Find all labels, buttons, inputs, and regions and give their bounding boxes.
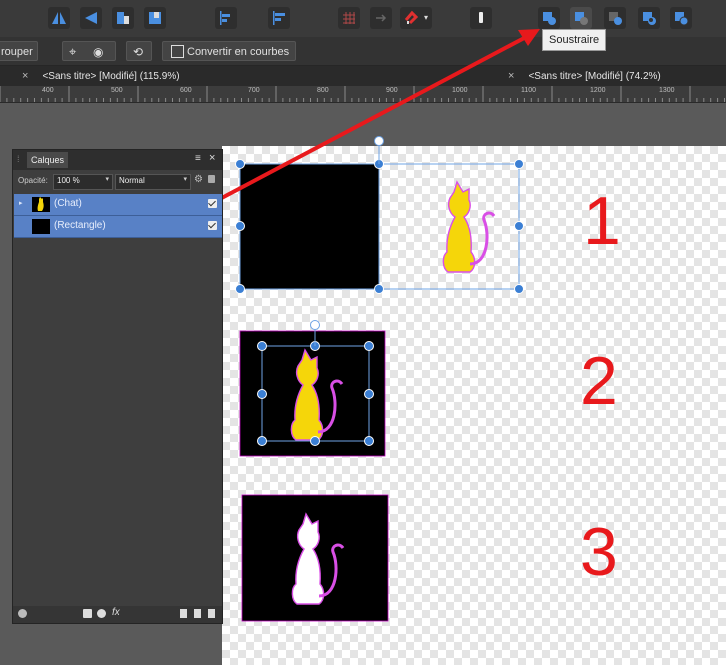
trash-icon[interactable] [208,609,215,618]
cat-shape[interactable] [441,180,496,274]
panel-grip-icon[interactable]: ⁞ [17,154,20,164]
adjustment-icon[interactable] [97,609,106,618]
annotation-number-2: 2 [580,343,618,419]
layers-options-bar: Opacité: 100 % ▾ Normal ▾ ⚙ [13,172,222,192]
close-icon[interactable]: × [209,152,215,164]
gear-icon[interactable]: ⚙ [194,174,203,185]
lock-icon[interactable] [208,175,215,183]
layer-thumbnail-rectangle [32,219,50,234]
layers-panel-footer: fx [13,606,222,623]
layers-panel-header: ⁞ Calques ≡ × [13,150,222,170]
rotation-handle-2[interactable] [310,320,320,330]
rectangle-shape[interactable] [239,163,380,290]
layers-panel: ⁞ Calques ≡ × Opacité: 100 % ▾ Normal ▾ … [12,149,223,624]
layer-visibility-checkbox[interactable] [208,199,217,208]
panel-menu-icon[interactable]: ≡ [195,153,201,164]
rotation-handle[interactable] [374,136,384,146]
opacity-label: Opacité: [18,176,48,185]
opacity-value: 100 % [57,176,80,185]
layer-row-chat[interactable]: ▸ (Chat) [14,194,222,216]
opacity-field[interactable]: 100 % ▾ [53,174,113,190]
layer-name: (Chat) [54,198,82,209]
duplicate-layer-icon[interactable] [194,609,201,618]
layers-stack-icon[interactable] [18,609,27,618]
annotation-number-3: 3 [580,514,618,590]
layer-name: (Rectangle) [54,220,106,231]
fx-icon[interactable]: fx [112,607,120,618]
chevron-down-icon: ▾ [183,176,187,183]
blend-mode-value: Normal [119,176,145,185]
layer-row-rectangle[interactable]: (Rectangle) [14,216,222,238]
add-layer-icon[interactable] [180,609,187,618]
chevron-down-icon: ▾ [105,176,109,183]
annotation-number-1: 1 [583,183,621,259]
blend-mode-select[interactable]: Normal ▾ [115,174,191,190]
tab-layers[interactable]: Calques [27,152,69,168]
expand-arrow-icon[interactable]: ▸ [19,199,23,207]
mask-icon[interactable] [83,609,92,618]
layer-thumbnail-cat [32,197,50,212]
layer-visibility-checkbox[interactable] [208,221,217,230]
